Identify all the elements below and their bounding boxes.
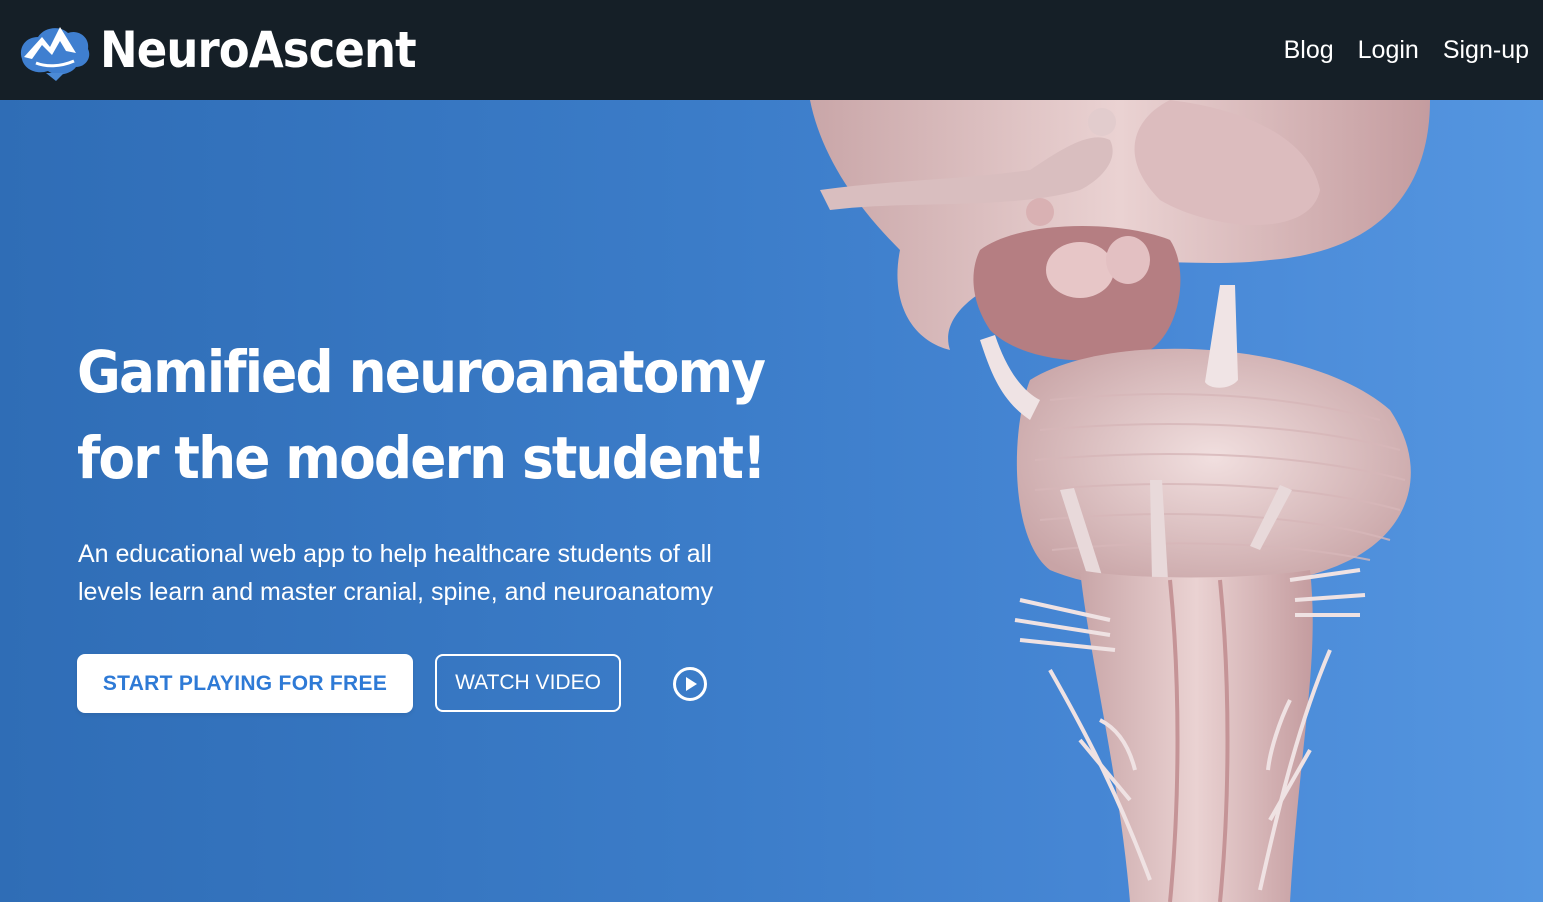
hero-subtitle: An educational web app to help healthcar… [78, 540, 714, 606]
main-nav: Blog Login Sign-up [1284, 36, 1529, 65]
watch-video-button[interactable]: WATCH VIDEO [435, 654, 621, 712]
nav-blog-link[interactable]: Blog [1284, 36, 1334, 65]
brainstem-illustration [810, 100, 1430, 902]
play-circle-icon[interactable] [672, 666, 708, 702]
start-playing-button[interactable]: START PLAYING FOR FREE [77, 654, 413, 713]
hero-headline-line1: Gamified neuroanatomy [77, 337, 766, 406]
top-navbar: NeuroAscent Blog Login Sign-up [0, 0, 1543, 100]
hero-section: Gamified neuroanatomy for the modern stu… [0, 100, 1543, 902]
hero-headline: Gamified neuroanatomy for the modern stu… [77, 329, 777, 501]
nav-login-link[interactable]: Login [1358, 36, 1419, 65]
brain-mountain-logo-icon [20, 27, 90, 81]
brand-name: NeuroAscent [100, 21, 417, 79]
brand-logo-link[interactable]: NeuroAscent [16, 17, 451, 83]
hero-headline-line2: for the modern student! [77, 423, 767, 492]
nav-signup-link[interactable]: Sign-up [1443, 36, 1529, 65]
